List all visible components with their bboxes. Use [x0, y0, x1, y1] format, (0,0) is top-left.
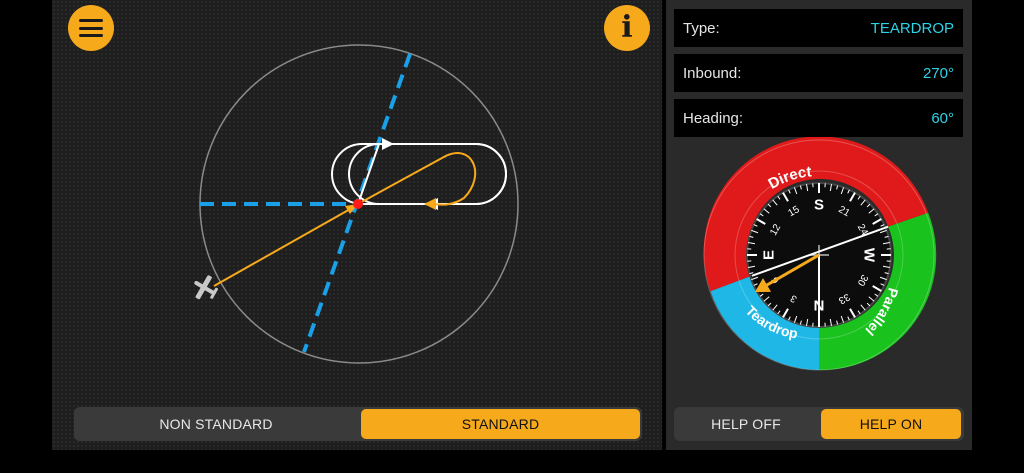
standard-option[interactable]: STANDARD [361, 409, 640, 439]
racetrack-arrow-top [382, 138, 394, 150]
type-label: Type: [683, 19, 720, 37]
holding-pattern-diagram [194, 44, 519, 364]
heading-row: Heading: 60° [674, 99, 963, 137]
inbound-label: Inbound: [683, 64, 742, 82]
teardrop-arrow [424, 198, 436, 210]
inbound-row: Inbound: 270° [674, 54, 963, 92]
entry-compass: Direct Teardrop Parallel N36E1215S2124W3… [703, 137, 937, 371]
pattern-direction-toggle: NON STANDARD STANDARD [74, 407, 642, 441]
heading-label: Heading: [683, 109, 744, 127]
help-toggle: HELP OFF HELP ON [674, 407, 964, 441]
fix-point [353, 199, 363, 209]
help-off-option[interactable]: HELP OFF [676, 409, 816, 439]
south-label: S [814, 197, 824, 214]
type-row: Type: TEARDROP [674, 9, 963, 47]
inbound-value: 270° [922, 64, 954, 82]
teardrop-track [357, 152, 477, 206]
help-on-option[interactable]: HELP ON [821, 409, 961, 439]
heading-value: 60° [931, 109, 954, 127]
type-value: TEARDROP [870, 19, 954, 37]
east-label: E [761, 250, 778, 260]
west-label: W [861, 248, 878, 263]
non-standard-option[interactable]: NON STANDARD [76, 409, 356, 439]
